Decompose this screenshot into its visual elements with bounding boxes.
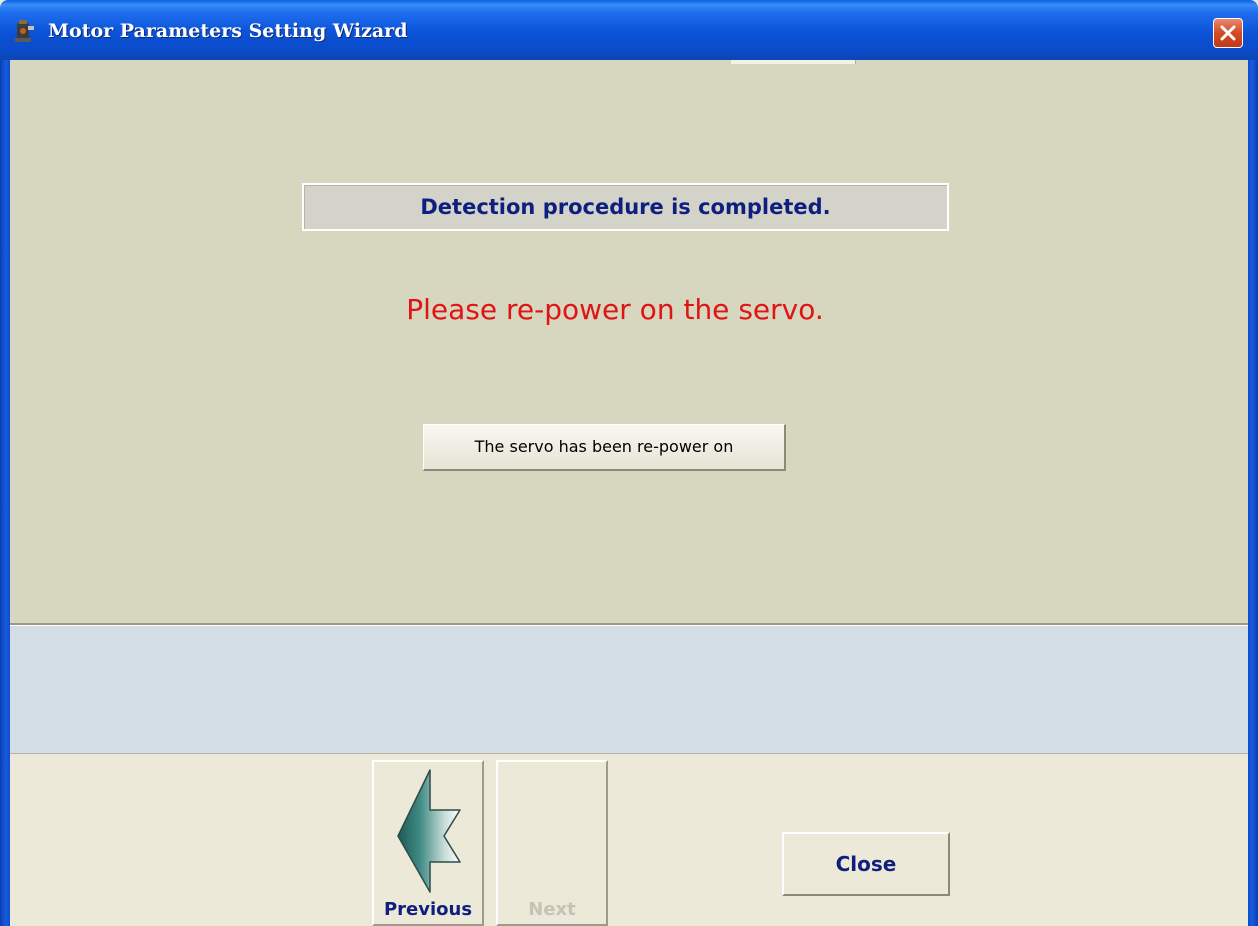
next-button[interactable]: Next (496, 760, 608, 926)
motor-icon (15, 20, 34, 42)
servo-repowered-button[interactable]: The servo has been re-power on (423, 424, 786, 471)
window-frame-right (1248, 60, 1258, 926)
window-title: Motor Parameters Setting Wizard (48, 20, 408, 42)
wizard-content-area: Detection procedure is completed. Please… (10, 60, 1248, 625)
previous-button[interactable]: Previous (372, 760, 484, 926)
next-label: Next (528, 899, 576, 920)
instruction-text: Please re-power on the servo. (406, 293, 824, 326)
title-bar[interactable]: Motor Parameters Setting Wizard (0, 0, 1258, 60)
left-arrow-icon (397, 769, 461, 893)
message-panel (10, 625, 1248, 754)
window-close-button[interactable] (1213, 18, 1243, 48)
status-message-box: Detection procedure is completed. (302, 183, 949, 231)
tab-edge (731, 60, 856, 64)
window-frame-left (0, 60, 10, 926)
previous-label: Previous (383, 899, 473, 920)
close-x-icon (1220, 25, 1236, 41)
wizard-window: Motor Parameters Setting Wizard Detectio… (0, 0, 1258, 926)
close-button[interactable]: Close (782, 832, 950, 896)
